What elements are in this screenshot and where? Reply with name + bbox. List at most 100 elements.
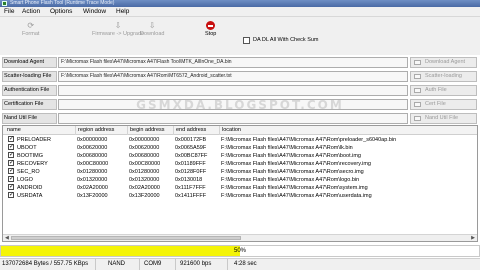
- col-begin-address[interactable]: begin address: [127, 126, 165, 135]
- table-row[interactable]: PRELOADER 0x00000000 0x00000000 0x000172…: [3, 135, 477, 144]
- row-begin: 0x00C80000: [129, 161, 161, 167]
- check-sum-label: DA DL All With Check Sum: [253, 37, 319, 43]
- app-icon: [2, 1, 7, 6]
- table-row[interactable]: SEC_RO 0x01280000 0x01280000 0x0128F0FF …: [3, 167, 477, 176]
- status-bytes: 137072684 Bytes / 557.75 KBps: [0, 259, 96, 270]
- folder-icon: [414, 74, 421, 79]
- table-row[interactable]: BOOTIMG 0x00680000 0x00680000 0x00BC87FF…: [3, 151, 477, 160]
- row-begin: 0x02A20000: [129, 185, 160, 191]
- row-begin: 0x13F20000: [129, 193, 160, 199]
- nand-util-path[interactable]: [58, 113, 408, 124]
- row-name: USRDATA: [17, 193, 43, 199]
- field-row-nand: Nand Util File Nand Util File: [0, 113, 480, 125]
- row-end: 0x111F7FFF: [175, 185, 206, 191]
- row-begin: 0x00620000: [129, 145, 160, 151]
- col-location[interactable]: location: [219, 126, 241, 135]
- menu-action[interactable]: Action: [22, 8, 40, 16]
- field-row-download-agent: Download Agent F:\Micromax Flash files\A…: [0, 57, 480, 69]
- auth-file-label: Authentication File: [2, 85, 57, 96]
- format-icon: ⟳: [27, 21, 35, 30]
- row-checkbox[interactable]: [8, 135, 14, 143]
- download-icon: ⇩: [148, 21, 156, 30]
- field-row-scatter: Scatter-loading File F:\Micromax Flash f…: [0, 71, 480, 83]
- row-name: RECOVERY: [17, 161, 48, 167]
- row-end: 0x0065A59F: [175, 145, 207, 151]
- col-region-address[interactable]: region address: [75, 126, 114, 135]
- col-name[interactable]: name: [5, 126, 21, 135]
- row-location: F:\Micromax Flash files\A47\Micromax A47…: [221, 137, 397, 143]
- table-row[interactable]: ANDROID 0x02A20000 0x02A20000 0x111F7FFF…: [3, 183, 477, 192]
- download-agent-label: Download Agent: [2, 57, 57, 68]
- scroll-thumb[interactable]: [11, 236, 241, 240]
- scroll-left-icon[interactable]: ◀: [5, 235, 9, 241]
- row-begin: 0x00000000: [129, 137, 160, 143]
- row-location: F:\Micromax Flash files\A47\Micromax A47…: [221, 193, 372, 199]
- row-name: SEC_RO: [17, 169, 40, 175]
- status-port: COM9: [142, 259, 176, 270]
- status-time: 4:28 sec: [234, 261, 257, 267]
- download-button[interactable]: ⇩ Download: [140, 21, 164, 37]
- menu-window[interactable]: Window: [83, 8, 106, 16]
- row-location: F:\Micromax Flash files\A47\Micromax A47…: [221, 161, 371, 167]
- row-end: 0x000172FB: [175, 137, 207, 143]
- scatter-file-path[interactable]: F:\Micromax Flash files\A47\Micromax A47…: [58, 71, 408, 82]
- row-begin: 0x01280000: [129, 169, 160, 175]
- row-checkbox[interactable]: [8, 183, 14, 191]
- partition-table: name region address begin address end ad…: [2, 125, 478, 242]
- row-name: PRELOADER: [17, 137, 51, 143]
- stop-icon: [206, 21, 216, 30]
- row-location: F:\Micromax Flash files\A47\Micromax A47…: [221, 145, 353, 151]
- stop-button[interactable]: Stop: [205, 21, 216, 37]
- table-row[interactable]: RECOVERY 0x00C80000 0x00C80000 0x01189FF…: [3, 159, 477, 168]
- row-region: 0x01320000: [77, 177, 108, 183]
- row-checkbox[interactable]: [8, 175, 14, 183]
- row-checkbox[interactable]: [8, 143, 14, 151]
- row-end: 0x0130018: [175, 177, 203, 183]
- table-row[interactable]: UBOOT 0x00620000 0x00620000 0x0065A59F F…: [3, 143, 477, 152]
- watermark: GSMXDA.BLOGSPOT.COM: [136, 98, 344, 112]
- row-end: 0x1411FFFF: [175, 193, 207, 199]
- menu-file[interactable]: File: [4, 8, 14, 16]
- auth-file-button[interactable]: Auth File: [410, 85, 477, 96]
- window-title: Smart Phone Flash Tool (Runtime Trace Mo…: [10, 0, 115, 6]
- status-baud: 921600 bps: [178, 259, 228, 270]
- row-region: 0x02A20000: [77, 185, 108, 191]
- scroll-right-icon[interactable]: ▶: [471, 235, 475, 241]
- col-end-address[interactable]: end address: [173, 126, 206, 135]
- row-region: 0x00000000: [77, 137, 108, 143]
- row-checkbox[interactable]: [8, 191, 14, 199]
- scatter-loading-button[interactable]: Scatter-loading: [410, 71, 477, 82]
- check-sum-checkbox[interactable]: [243, 37, 250, 44]
- table-row[interactable]: USRDATA 0x13F20000 0x13F20000 0x1411FFFF…: [3, 191, 477, 200]
- field-row-auth: Authentication File Auth File: [0, 85, 480, 97]
- menu-help[interactable]: Help: [116, 8, 129, 16]
- status-storage: NAND: [106, 259, 140, 270]
- format-button[interactable]: ⟳ Format: [22, 21, 39, 37]
- row-checkbox[interactable]: [8, 159, 14, 167]
- auth-file-path[interactable]: [58, 85, 408, 96]
- row-name: BOOTIMG: [17, 153, 43, 159]
- horizontal-scrollbar[interactable]: ◀ ▶: [3, 234, 477, 241]
- nand-util-label: Nand Util File: [2, 113, 57, 124]
- firmware-upgrade-button[interactable]: ⇩ Firmware -> Upgrade: [92, 21, 144, 37]
- download-agent-path[interactable]: F:\Micromax Flash files\A47\Micromax A47…: [58, 57, 408, 68]
- row-begin: 0x00680000: [129, 153, 160, 159]
- progress-text: 50%: [233, 248, 246, 254]
- row-checkbox[interactable]: [8, 167, 14, 175]
- table-row[interactable]: LOGO 0x01320000 0x01320000 0x0130018 F:\…: [3, 175, 477, 184]
- row-location: F:\Micromax Flash files\A47\Micromax A47…: [221, 185, 368, 191]
- row-region: 0x00620000: [77, 145, 108, 151]
- cert-file-button[interactable]: Cert File: [410, 99, 477, 110]
- row-name: UBOOT: [17, 145, 37, 151]
- folder-icon: [414, 102, 421, 107]
- row-checkbox[interactable]: [8, 151, 14, 159]
- row-region: 0x00C80000: [77, 161, 109, 167]
- nand-util-button[interactable]: Nand Util File: [410, 113, 477, 124]
- row-location: F:\Micromax Flash files\A47\Micromax A47…: [221, 153, 361, 159]
- toolbar: ⟳ Format ⇩ Firmware -> Upgrade ⇩ Downloa…: [0, 17, 480, 55]
- folder-icon: [414, 88, 421, 93]
- row-location: F:\Micromax Flash files\A47\Micromax A47…: [221, 169, 364, 175]
- download-agent-button[interactable]: Download Agent: [410, 57, 477, 68]
- menu-options[interactable]: Options: [50, 8, 72, 16]
- row-region: 0x00680000: [77, 153, 108, 159]
